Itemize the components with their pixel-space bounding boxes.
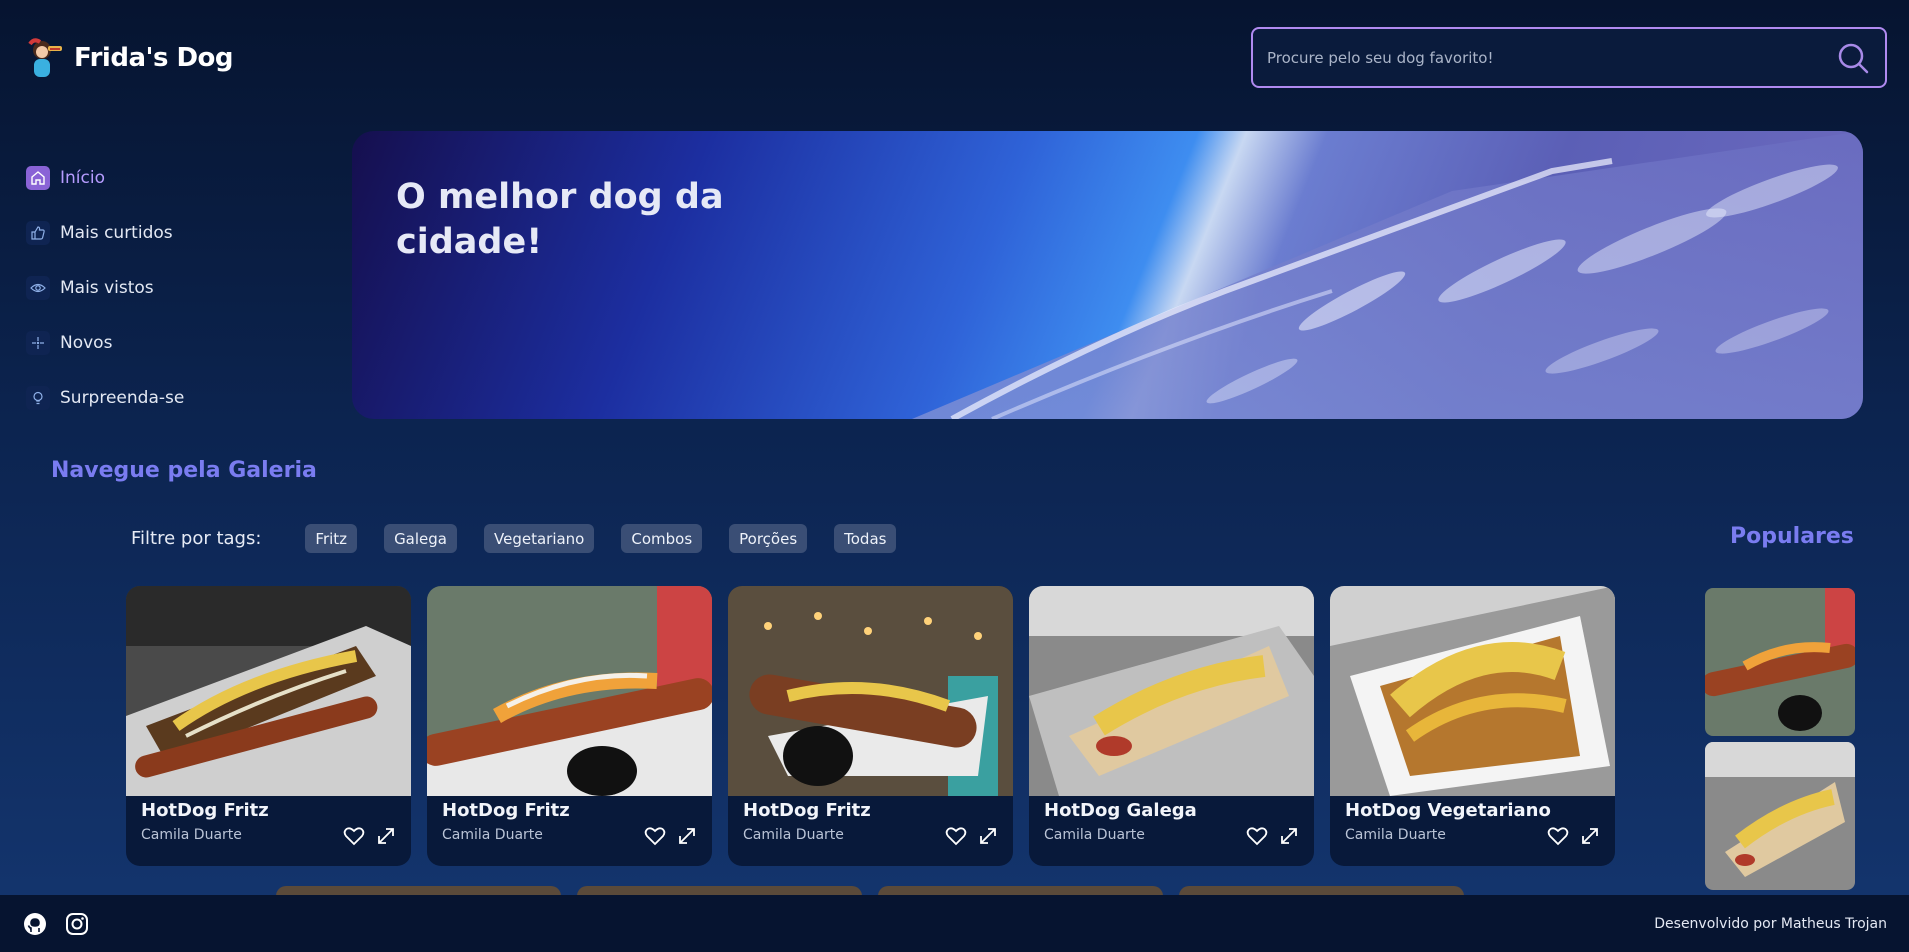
heart-icon[interactable] (945, 825, 967, 847)
expand-icon[interactable] (1579, 825, 1601, 847)
app-name: Frida's Dog (74, 43, 234, 73)
expand-icon[interactable] (676, 825, 698, 847)
heart-icon[interactable] (644, 825, 666, 847)
tag-todas[interactable]: Todas (834, 524, 897, 553)
heart-icon[interactable] (343, 825, 365, 847)
sidebar-item-novos[interactable]: Novos (26, 315, 184, 370)
tag-galega[interactable]: Galega (384, 524, 457, 553)
sparkle-icon (26, 330, 50, 355)
search-bar (1251, 27, 1887, 88)
footer-credit: Desenvolvido por Matheus Trojan (1654, 915, 1887, 932)
popular-list (1705, 588, 1855, 890)
card-title: HotDog Fritz (743, 800, 871, 821)
popular-item[interactable] (1705, 742, 1855, 890)
heart-icon[interactable] (1246, 825, 1268, 847)
footer: Desenvolvido por Matheus Trojan (0, 895, 1909, 952)
frida-logo-icon (24, 36, 64, 80)
tag-combos[interactable]: Combos (621, 524, 703, 553)
sidebar-item-label: Surpreenda-se (60, 387, 185, 408)
hotdog-photo (1705, 742, 1855, 890)
card-title: HotDog Fritz (442, 800, 570, 821)
instagram-icon[interactable] (64, 911, 90, 937)
sidebar-item-label: Novos (60, 332, 113, 353)
sidebar-item-mais-vistos[interactable]: Mais vistos (26, 260, 184, 315)
card-title: HotDog Vegetariano (1345, 800, 1551, 821)
gallery-grid: HotDog Fritz Camila Duarte HotDog Fritz … (126, 586, 1615, 866)
tag-filter: Filtre por tags: Fritz Galega Vegetarian… (131, 524, 923, 553)
gallery-card[interactable]: HotDog Fritz Camila Duarte (728, 586, 1013, 866)
expand-icon[interactable] (977, 825, 999, 847)
heart-icon[interactable] (1547, 825, 1569, 847)
popular-item[interactable] (1705, 588, 1855, 736)
sidebar: Início Mais curtidos Mais vistos Novos S… (26, 150, 184, 425)
gallery-card[interactable]: HotDog Vegetariano Camila Duarte (1330, 586, 1615, 866)
popular-title: Populares (1730, 524, 1854, 549)
gallery-card[interactable]: HotDog Fritz Camila Duarte (126, 586, 411, 866)
sidebar-item-label: Mais curtidos (60, 222, 173, 243)
hotdog-photo (1705, 588, 1855, 736)
expand-icon[interactable] (1278, 825, 1300, 847)
home-icon (26, 165, 50, 190)
search-input[interactable] (1267, 48, 1835, 67)
sidebar-item-surpreenda-se[interactable]: Surpreenda-se (26, 370, 184, 425)
gallery-title: Navegue pela Galeria (51, 458, 317, 483)
card-title: HotDog Fritz (141, 800, 269, 821)
hero-banner: O melhor dog da cidade! (352, 131, 1863, 419)
sidebar-item-mais-curtidos[interactable]: Mais curtidos (26, 205, 184, 260)
sidebar-item-label: Mais vistos (60, 277, 154, 298)
hotdog-photo (1330, 586, 1615, 796)
expand-icon[interactable] (375, 825, 397, 847)
gallery-card[interactable]: HotDog Fritz Camila Duarte (427, 586, 712, 866)
card-title: HotDog Galega (1044, 800, 1197, 821)
banner-title: O melhor dog da cidade! (396, 177, 724, 262)
gallery-card[interactable]: HotDog Galega Camila Duarte (1029, 586, 1314, 866)
hotdog-photo (126, 586, 411, 796)
app-logo[interactable]: Frida's Dog (24, 36, 234, 80)
sidebar-item-label: Início (60, 167, 105, 188)
tag-fritz[interactable]: Fritz (305, 524, 358, 553)
lightbulb-icon (26, 385, 50, 410)
eye-icon (26, 275, 50, 300)
hotdog-photo (1029, 586, 1314, 796)
sidebar-item-inicio[interactable]: Início (26, 150, 184, 205)
thumbs-up-icon (26, 220, 50, 245)
github-icon[interactable] (22, 911, 48, 937)
filter-label: Filtre por tags: (131, 528, 262, 549)
hotdog-photo (427, 586, 712, 796)
tag-vegetariano[interactable]: Vegetariano (484, 524, 595, 553)
tag-porcoes[interactable]: Porções (729, 524, 808, 553)
hotdog-photo (728, 586, 1013, 796)
search-icon[interactable] (1835, 40, 1871, 76)
